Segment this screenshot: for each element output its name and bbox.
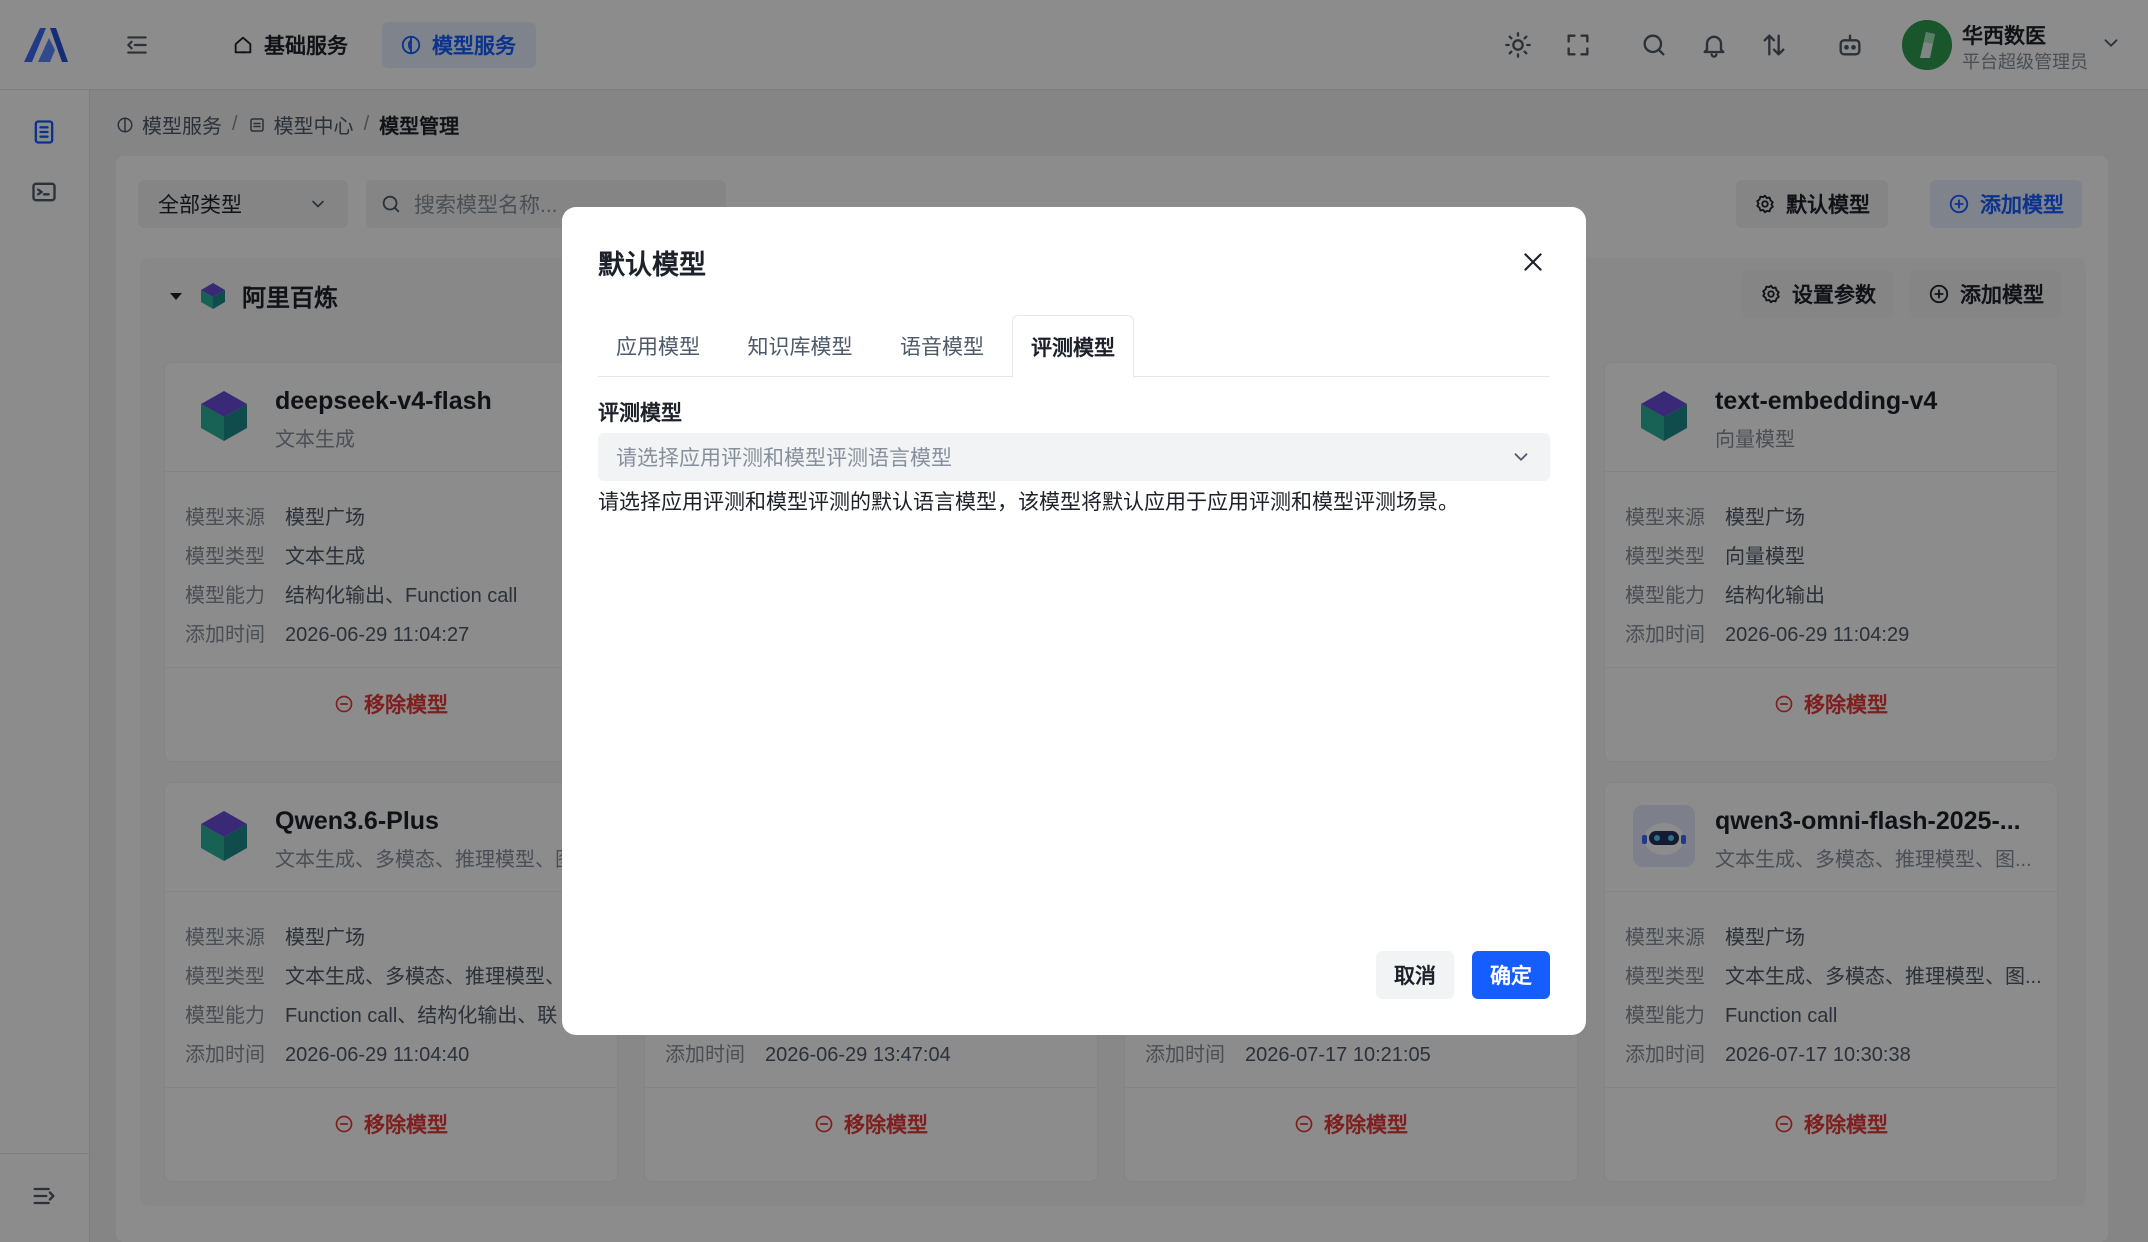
default-model-dialog: 默认模型 应用模型 知识库模型 语音模型 评测模型 评测模型 请选择应用评测和模… [562,207,1586,1035]
tab-label: 应用模型 [616,336,700,359]
evaluation-model-select[interactable]: 请选择应用评测和模型评测语言模型 [598,433,1550,481]
tab-knowledge-model[interactable]: 知识库模型 [730,315,870,377]
tab-label: 评测模型 [1031,336,1115,360]
tab-app-model[interactable]: 应用模型 [598,315,718,377]
chevron-down-icon [1514,453,1528,461]
tab-label: 语音模型 [900,336,984,359]
field-description: 请选择应用评测和模型评测的默认语言模型，该模型将默认应用于应用评测和模型评测场景… [598,491,1459,514]
evaluation-model-label: 评测模型 [598,402,682,425]
confirm-button[interactable]: 确定 [1472,951,1550,999]
cancel-button[interactable]: 取消 [1376,951,1454,999]
tab-label: 知识库模型 [747,336,853,359]
select-placeholder: 请选择应用评测和模型评测语言模型 [616,447,952,470]
tab-evaluation-model[interactable]: 评测模型 [1012,315,1134,378]
dialog-title: 默认模型 [598,250,706,280]
tab-speech-model[interactable]: 语音模型 [882,315,1002,377]
dialog-tabs: 应用模型 知识库模型 语音模型 评测模型 [598,315,1550,378]
close-icon[interactable] [1520,249,1546,275]
